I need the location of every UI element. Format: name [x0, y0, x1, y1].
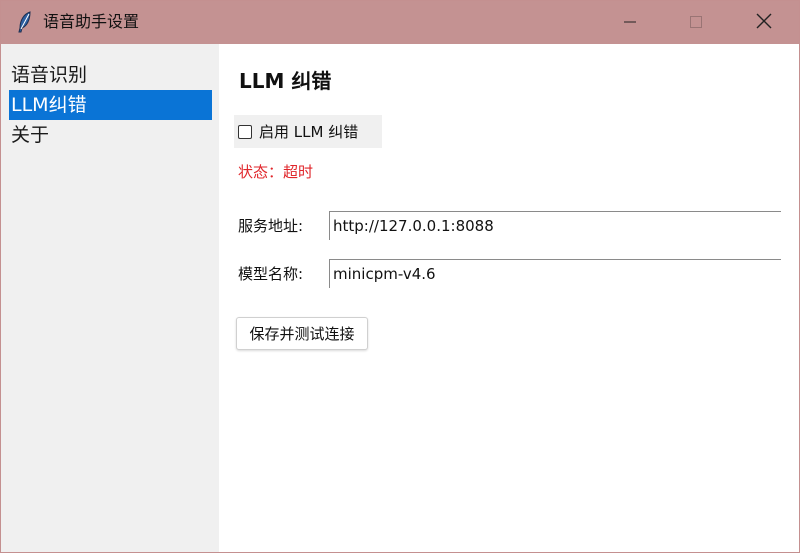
sidebar-item-speech-recognition[interactable]: 语音识别	[9, 60, 212, 90]
page-title: LLM 纠错	[239, 69, 332, 93]
settings-window: 语音助手设置 语音识别 LLM纠错 关于 LLM 纠错 启用 LLM 纠错 状态…	[0, 0, 800, 553]
title-bar[interactable]: 语音助手设置	[1, 1, 799, 44]
feather-icon	[15, 11, 35, 33]
enable-llm-checkbox[interactable]: 启用 LLM 纠错	[234, 115, 382, 148]
maximize-button[interactable]	[673, 1, 719, 44]
service-address-input[interactable]	[329, 211, 781, 240]
close-button[interactable]	[741, 1, 787, 44]
main-panel: LLM 纠错 启用 LLM 纠错 状态：超时 服务地址: 模型名称: 保存并测试…	[219, 44, 799, 552]
minimize-button[interactable]	[607, 1, 653, 44]
window-title: 语音助手设置	[43, 12, 140, 31]
sidebar: 语音识别 LLM纠错 关于	[1, 44, 219, 552]
sidebar-item-about[interactable]: 关于	[9, 120, 212, 150]
model-name-label: 模型名称:	[238, 265, 304, 283]
model-name-input[interactable]	[329, 259, 781, 288]
sidebar-item-llm-correction[interactable]: LLM纠错	[9, 90, 212, 120]
service-address-label: 服务地址:	[238, 217, 304, 235]
save-and-test-button[interactable]: 保存并测试连接	[236, 317, 368, 350]
minimize-icon	[624, 13, 636, 32]
enable-llm-label[interactable]: 启用 LLM 纠错	[259, 121, 358, 142]
close-icon	[756, 13, 772, 33]
maximize-icon	[690, 13, 702, 32]
status-text: 状态：超时	[238, 163, 314, 181]
checkbox-box[interactable]	[238, 124, 252, 139]
